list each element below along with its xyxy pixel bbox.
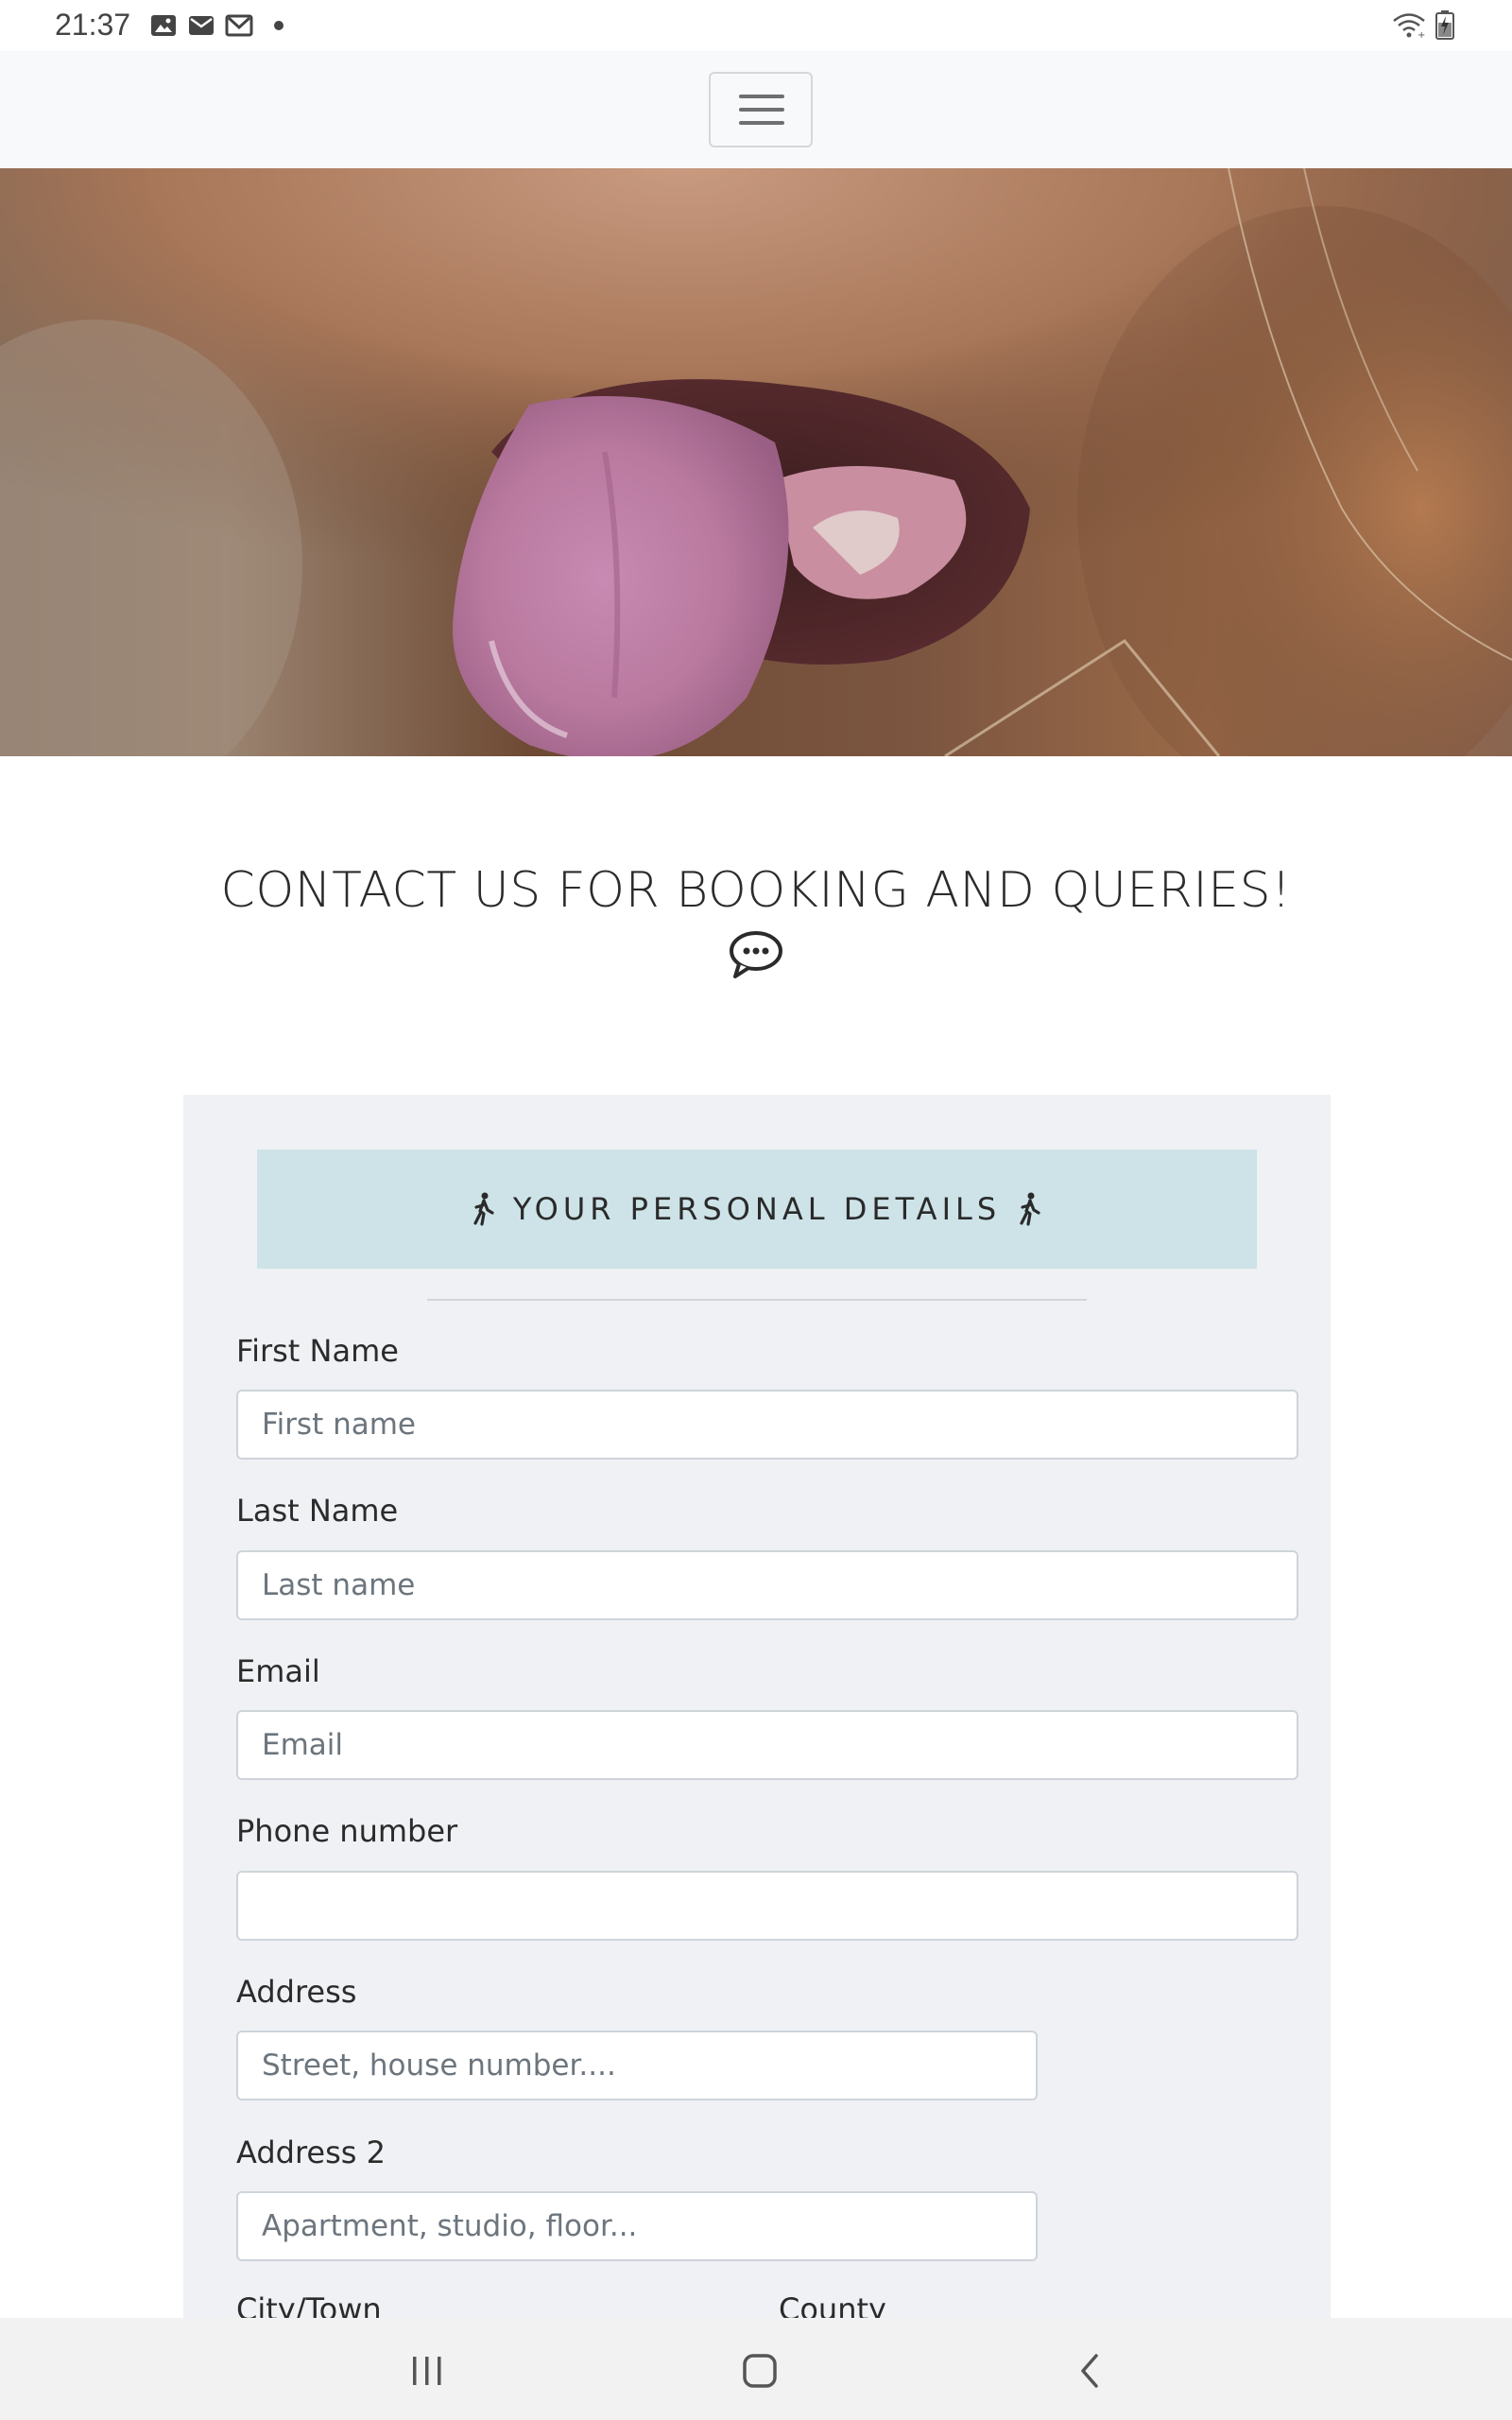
wifi-icon: + — [1393, 13, 1425, 39]
navbar — [0, 51, 1512, 168]
section-title: YOUR PERSONAL DETAILS — [512, 1191, 1002, 1227]
personal-details-banner: YOUR PERSONAL DETAILS — [257, 1150, 1257, 1269]
navbar-toggler-button[interactable] — [709, 72, 813, 147]
hero-image — [0, 168, 1512, 756]
page-title: CONTACT US FOR BOOKING AND QUERIES! — [220, 862, 1292, 919]
last-name-label: Last Name — [236, 1493, 399, 1529]
mail-icon — [189, 16, 214, 35]
home-icon — [743, 2354, 777, 2388]
walking-person-icon — [473, 1192, 494, 1226]
recent-apps-icon — [413, 2357, 441, 2385]
walking-person-icon — [1020, 1192, 1040, 1226]
address2-label: Address 2 — [236, 2135, 386, 2170]
dog-tongue-photo — [0, 168, 1512, 756]
hamburger-menu-icon — [739, 95, 784, 98]
status-bar: 21:37 + — [0, 0, 1512, 51]
email-label: Email — [236, 1653, 320, 1689]
home-button[interactable] — [733, 2346, 786, 2395]
notification-dot-icon — [274, 21, 284, 30]
back-button[interactable] — [1064, 2346, 1117, 2395]
address-label: Address — [236, 1974, 357, 2010]
status-time: 21:37 — [55, 8, 131, 42]
phone-input[interactable] — [236, 1871, 1298, 1941]
image-icon — [151, 15, 176, 36]
recent-apps-button[interactable] — [401, 2346, 454, 2395]
status-notification-icons — [149, 13, 284, 38]
status-system-icons: + — [1391, 9, 1455, 40]
phone-label: Phone number — [236, 1813, 458, 1849]
address-input[interactable] — [236, 2031, 1038, 2100]
first-name-label: First Name — [236, 1333, 399, 1369]
back-icon — [1081, 2354, 1098, 2388]
last-name-input[interactable] — [236, 1550, 1298, 1620]
gmail-icon — [225, 14, 253, 37]
svg-text:+: + — [1418, 30, 1425, 39]
email-input[interactable] — [236, 1710, 1298, 1780]
address2-input[interactable] — [236, 2191, 1038, 2261]
section-divider — [427, 1299, 1087, 1301]
android-navigation-bar — [0, 2318, 1512, 2420]
chat-bubble-icon — [730, 931, 782, 978]
battery-charging-icon — [1435, 10, 1454, 40]
first-name-input[interactable] — [236, 1390, 1298, 1460]
